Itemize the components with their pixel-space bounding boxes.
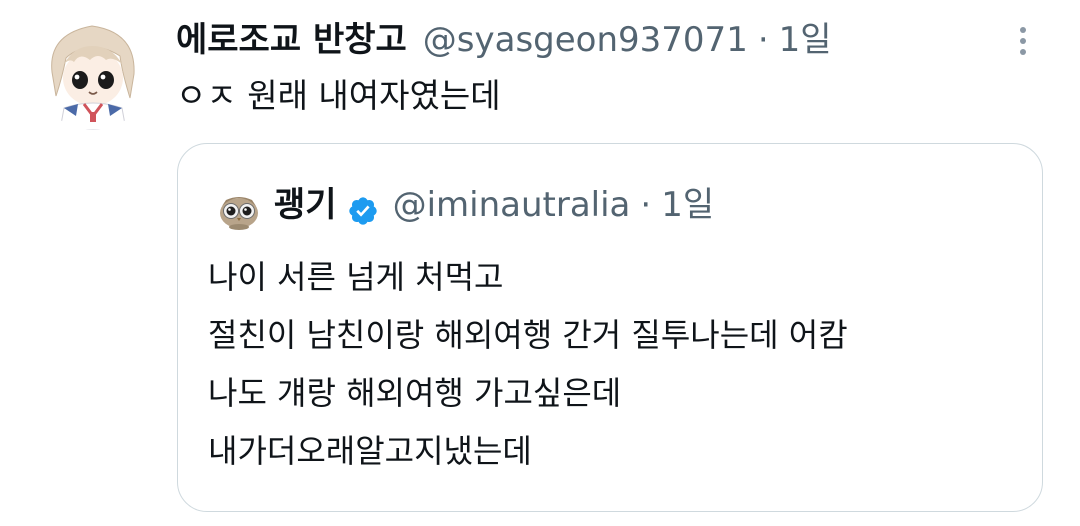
quoted-author-handle[interactable]: @iminautralia xyxy=(393,178,631,232)
verified-badge-icon xyxy=(347,189,379,225)
quoted-author-avatar[interactable] xyxy=(216,186,262,232)
tweet[interactable]: 에로조교 반창고 @syasgeon937071 · 1일 ㅇㅈ 원래 내여자였… xyxy=(0,0,1080,526)
quoted-tweet-timestamp[interactable]: 1일 xyxy=(661,178,714,232)
separator-dot: · xyxy=(640,185,652,225)
tweet-text: ㅇㅈ 원래 내여자였는데 xyxy=(176,76,501,115)
tweet-header: 에로조교 반창고 @syasgeon937071 · 1일 xyxy=(176,14,832,66)
quoted-text-line: 나이 서른 넘게 처먹고 xyxy=(208,258,504,296)
author-handle[interactable]: @syasgeon937071 xyxy=(423,14,748,66)
quoted-text-line: 절친이 남친이랑 해외여행 간거 질투나는데 어캄 xyxy=(208,316,848,354)
author-avatar[interactable] xyxy=(34,12,152,130)
quoted-author-display-name[interactable]: 괭기 xyxy=(274,178,337,232)
quoted-tweet-text: 나이 서른 넘게 처먹고 절친이 남친이랑 해외여행 간거 질투나는데 어캄 나… xyxy=(208,248,848,480)
more-vertical-icon[interactable] xyxy=(1008,22,1038,64)
quoted-tweet-card[interactable]: 괭기 @iminautralia · 1일 나이 서른 넘게 처먹고 절친이 남… xyxy=(177,143,1043,512)
author-display-name[interactable]: 에로조교 반창고 xyxy=(176,14,407,66)
quoted-text-line: 나도 걔랑 해외여행 가고싶은데 xyxy=(208,374,622,412)
quoted-tweet-header: 괭기 @iminautralia · 1일 xyxy=(274,178,714,232)
separator-dot: · xyxy=(757,20,769,60)
quoted-text-line: 내가더오래알고지냈는데 xyxy=(208,432,532,470)
tweet-timestamp[interactable]: 1일 xyxy=(779,14,832,66)
